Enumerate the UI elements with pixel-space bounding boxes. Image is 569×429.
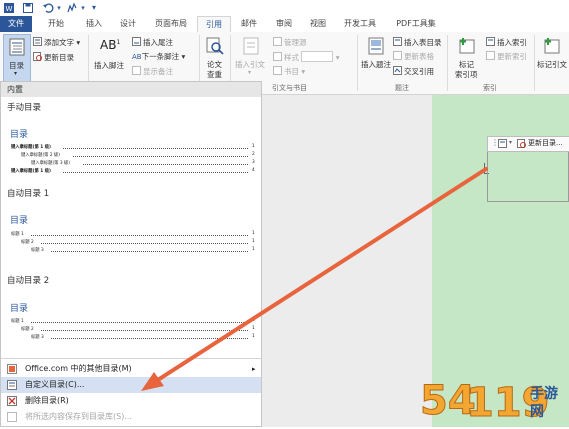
watermark-logo: 54 119 手游 网 xyxy=(412,370,569,427)
annotation-arrow xyxy=(141,167,488,391)
svg-text:手游: 手游 xyxy=(530,385,558,402)
svg-text:网: 网 xyxy=(530,404,544,420)
watermark-graphic: 54 119 手游 网 xyxy=(420,378,559,427)
